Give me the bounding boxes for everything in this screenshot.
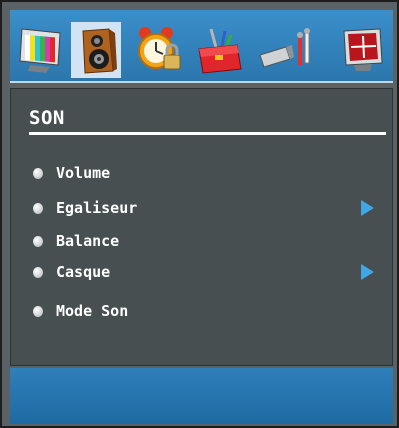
bullet-icon (33, 203, 43, 214)
tab-picture[interactable] (14, 22, 64, 78)
menu-item-label: Egaliseur (56, 199, 138, 217)
footer-bar (10, 368, 393, 424)
menu-item-egaliseur[interactable]: Egaliseur (33, 198, 378, 222)
submenu-arrow-icon (361, 200, 374, 216)
source-monitor-icon (343, 28, 383, 71)
bullet-icon (33, 236, 43, 247)
submenu-arrow-icon (361, 264, 374, 280)
menu-item-label: Mode Son (56, 302, 129, 320)
alarm-clock-lock-icon (138, 27, 181, 70)
picture-tv-icon (19, 28, 61, 73)
menu-item-mode-son[interactable]: Mode Son (33, 301, 378, 325)
menu-item-volume[interactable]: Volume (33, 163, 378, 187)
speaker-icon (82, 28, 117, 74)
menu-item-balance[interactable]: Balance (33, 231, 378, 255)
menu-item-label: Casque (56, 263, 111, 281)
menu-item-label: Balance (56, 232, 120, 250)
menu-title: SON (29, 107, 65, 129)
sound-menu-panel: SON Volume Egaliseur Balance Casque Mode… (10, 88, 393, 366)
connectors-icon (259, 28, 310, 68)
bullet-icon (33, 168, 43, 179)
bullet-icon (33, 306, 43, 317)
toolbox-icon (198, 28, 242, 74)
menu-tab-bar (10, 10, 393, 83)
tab-connections[interactable] (256, 22, 310, 78)
osd-window: SON Volume Egaliseur Balance Casque Mode… (0, 0, 399, 428)
tab-timer-lock[interactable] (132, 22, 182, 78)
tab-setup[interactable] (193, 22, 243, 78)
menu-item-label: Volume (56, 164, 111, 182)
title-divider (29, 132, 386, 135)
bullet-icon (33, 267, 43, 278)
tab-source[interactable] (336, 22, 386, 78)
menu-item-casque[interactable]: Casque (33, 262, 378, 286)
tab-sound[interactable] (71, 22, 121, 78)
